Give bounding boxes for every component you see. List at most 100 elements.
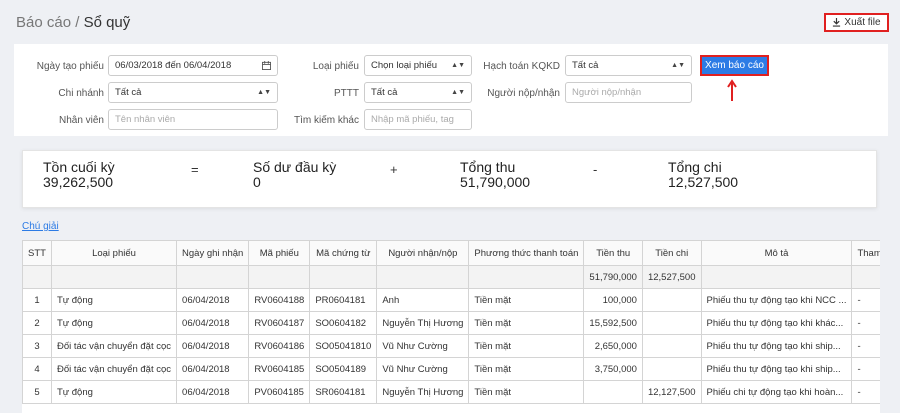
payment-method-select[interactable]: Tất cả ▲▼: [364, 82, 472, 103]
opening-balance-label: Số dư đầu kỳ: [253, 159, 337, 175]
table-row[interactable]: 1 Tự động 06/04/2018 RV0604188 PR0604181…: [22, 288, 880, 312]
record-date-cell: 06/04/2018: [176, 288, 250, 312]
voucher-type-cell: Tự động: [50, 288, 178, 312]
receipt-amount-cell: 3,750,000: [583, 357, 643, 381]
up-arrow-icon: [727, 79, 737, 101]
date-range-field[interactable]: 06/03/2018 đến 06/04/2018: [108, 55, 278, 76]
payment-amount-cell: [641, 357, 702, 381]
cash-book-table: STT Loại phiếu Ngày ghi nhận Mã phiếu Mã…: [22, 240, 880, 413]
column-header: Tiền thu: [583, 240, 643, 266]
document-code-cell[interactable]: SO0604182: [309, 311, 378, 335]
stt-cell: 5: [22, 380, 52, 404]
payment-amount-cell: [641, 334, 702, 358]
column-header: Tiền chi: [641, 240, 702, 266]
table-row[interactable]: 5 Tự động 06/04/2018 PV0604185 SR0604181…: [22, 380, 880, 404]
payment-amount-cell: [641, 288, 702, 312]
voucher-code-cell[interactable]: RV0604187: [248, 311, 311, 335]
stt-cell: 1: [22, 288, 52, 312]
export-file-button[interactable]: Xuất file: [824, 13, 889, 32]
payment-amount-cell: 12,127,500: [641, 380, 702, 404]
table-row[interactable]: 2 Tự động 06/04/2018 RV0604187 SO0604182…: [22, 311, 880, 335]
page-title: Sổ quỹ: [83, 14, 131, 31]
payment-method-cell: Tiền mặt: [468, 334, 585, 358]
ending-balance-label: Tồn cuối kỳ: [43, 159, 115, 175]
total-payments: Tổng chi 12,527,500: [668, 160, 738, 190]
total-receipts-value: 51,790,000: [460, 174, 531, 190]
receipt-amount-cell: 100,000: [583, 288, 643, 312]
other-search-input[interactable]: Nhập mã phiếu, tag: [364, 109, 472, 130]
description-cell: Phiếu thu tự động tạo khi ship...: [700, 357, 853, 381]
voucher-type-label: Loại phiếu: [312, 61, 359, 72]
payment-method-cell: Tiền mặt: [468, 357, 585, 381]
page-header: Báo cáo / Sổ quỹ Xuất file: [0, 0, 900, 44]
column-header: Mã chứng từ: [309, 240, 378, 266]
accounting-label: Hạch toán KQKD: [483, 61, 560, 72]
description-cell: Phiếu chi tự động tạo khi hoàn...: [700, 380, 853, 404]
export-file-label: Xuất file: [844, 17, 881, 28]
minus-sign: -: [593, 162, 598, 177]
column-header: Loại phiếu: [50, 240, 178, 266]
reference-cell: -: [851, 334, 880, 358]
payment-method-value: Tất cả: [371, 87, 398, 98]
date-created-label: Ngày tạo phiếu: [36, 61, 104, 72]
employee-label: Nhân viên: [58, 115, 104, 126]
column-header: Mã phiếu: [248, 240, 311, 266]
opening-balance: Số dư đầu kỳ 0: [253, 160, 336, 190]
table-row[interactable]: 3 Đối tác vận chuyển đặt cọc 06/04/2018 …: [22, 334, 880, 358]
document-code-cell[interactable]: PR0604181: [309, 288, 378, 312]
voucher-type-select[interactable]: Chọn loại phiếu ▲▼: [364, 55, 472, 76]
branch-label: Chi nhánh: [58, 88, 104, 99]
total-receipts-label: Tổng thu: [460, 159, 516, 175]
voucher-type-cell: Tự động: [50, 380, 178, 404]
payment-method-label: PTTT: [334, 88, 359, 99]
receipt-amount-cell: [583, 380, 643, 404]
other-search-label: Tìm kiếm khác: [293, 115, 359, 126]
voucher-type-cell: Tự động: [50, 311, 178, 335]
totals-row: 51,790,000 12,527,500: [22, 265, 880, 289]
date-range-value: 06/03/2018 đến 06/04/2018: [115, 60, 232, 71]
accounting-value: Tất cả: [572, 60, 599, 71]
voucher-code-cell[interactable]: RV0604188: [248, 288, 311, 312]
reference-cell: -: [851, 380, 880, 404]
voucher-code-cell[interactable]: RV0604186: [248, 334, 311, 358]
breadcrumb-parent[interactable]: Báo cáo /: [16, 14, 79, 31]
total-receipts: Tổng thu 51,790,000: [460, 160, 530, 190]
summary-panel: Tồn cuối kỳ 39,262,500 = Số dư đầu kỳ 0 …: [22, 150, 877, 208]
reference-cell: -: [851, 311, 880, 335]
record-date-cell: 06/04/2018: [176, 311, 250, 335]
equals-sign: =: [191, 162, 199, 177]
payer-cell: Nguyễn Thị Hương: [376, 311, 470, 335]
document-code-cell[interactable]: SR0604181: [309, 380, 378, 404]
payer-cell: Anh: [376, 288, 470, 312]
record-date-cell: 06/04/2018: [176, 380, 250, 404]
payer-cell: Vũ Như Cường: [376, 334, 470, 358]
document-code-cell[interactable]: SO0504189: [309, 357, 378, 381]
column-header: Phương thức thanh toán: [468, 240, 585, 266]
branch-select[interactable]: Tất cả ▲▼: [108, 82, 278, 103]
ending-balance: Tồn cuối kỳ 39,262,500: [43, 160, 115, 190]
view-report-button[interactable]: Xem báo cáo: [700, 55, 769, 76]
total-receipts-cell: 51,790,000: [583, 265, 643, 289]
column-header: Người nhận/nộp: [376, 240, 470, 266]
download-icon: [833, 18, 841, 27]
legend-link[interactable]: Chú giải: [22, 221, 59, 232]
receipt-amount-cell: 15,592,500: [583, 311, 643, 335]
reference-cell: -: [851, 357, 880, 381]
ending-balance-value: 39,262,500: [43, 174, 114, 190]
voucher-code-cell[interactable]: PV0604185: [248, 380, 311, 404]
accounting-select[interactable]: Tất cả ▲▼: [565, 55, 692, 76]
payer-label: Người nộp/nhận: [487, 88, 560, 99]
filter-panel: Ngày tạo phiếu 06/03/2018 đến 06/04/2018…: [14, 44, 888, 136]
document-code-cell[interactable]: SO05041810: [309, 334, 378, 358]
payment-amount-cell: [641, 311, 702, 335]
total-payments-cell: 12,527,500: [641, 265, 702, 289]
payment-method-cell: Tiền mặt: [468, 380, 585, 404]
table-row[interactable]: 4 Đối tác vận chuyển đặt cọc 06/04/2018 …: [22, 357, 880, 381]
plus-sign: +: [390, 162, 398, 177]
column-header: Tham chiếu: [851, 240, 880, 266]
employee-input[interactable]: Tên nhân viên: [108, 109, 278, 130]
breadcrumb: Báo cáo / Sổ quỹ: [16, 14, 130, 31]
stt-cell: 4: [22, 357, 52, 381]
voucher-code-cell[interactable]: RV0604185: [248, 357, 311, 381]
payer-input[interactable]: Người nộp/nhận: [565, 82, 692, 103]
